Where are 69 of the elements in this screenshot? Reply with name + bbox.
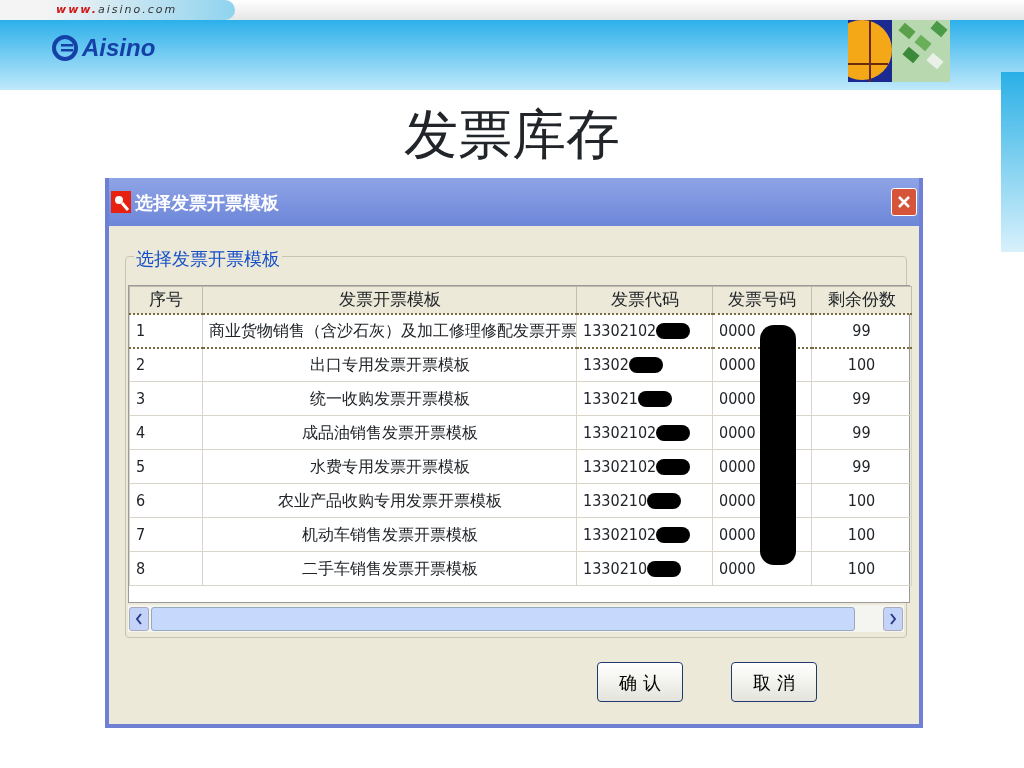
table-cell: 2 [136, 354, 146, 374]
table-cell: 0000 [719, 558, 756, 578]
table-cell: 6 [136, 490, 146, 510]
table-cell: 水费专用发票开票模板 [309, 456, 470, 476]
close-button[interactable] [891, 188, 917, 216]
table-cell: 100 [847, 558, 876, 578]
table-cell: 机动车销售发票开票模板 [301, 524, 478, 544]
table-cell: 5 [136, 456, 146, 476]
chevron-right-icon [889, 612, 897, 625]
table-cell: 1330210 [583, 490, 648, 510]
table-cell: 100 [847, 354, 876, 374]
table-cell: 4 [136, 422, 146, 442]
table-cell: 二手车销售发票开票模板 [301, 558, 478, 578]
confirm-button[interactable]: 确 认 [597, 662, 683, 702]
table-cell: 13302102 [583, 524, 657, 544]
scroll-thumb[interactable] [151, 606, 855, 631]
redaction-mark [656, 425, 691, 441]
redaction-mark [637, 391, 672, 407]
table-cell: 13302 [583, 354, 629, 374]
logo-icon [52, 35, 78, 61]
table-cell: 99 [852, 422, 871, 442]
table-cell: 99 [852, 388, 871, 408]
redaction-mark [656, 527, 691, 543]
table-cell: 0000 [719, 490, 756, 510]
table-cell: 农业产品收购专用发票开票模板 [277, 490, 502, 510]
table-cell: 99 [852, 456, 871, 476]
table-cell: 7 [136, 524, 146, 544]
table-cell: 0000 [719, 524, 756, 544]
window-title: 选择发票开票模板 [135, 190, 279, 215]
column-header[interactable]: 剩余份数 [811, 286, 912, 314]
table-cell: 1330210 [583, 558, 648, 578]
table-cell: 统一收购发票开票模板 [309, 388, 470, 408]
table-cell: 8 [136, 558, 146, 578]
close-icon [897, 195, 911, 209]
table-cell: 133021 [583, 388, 638, 408]
column-header[interactable]: 发票代码 [576, 286, 713, 314]
table-cell: 商业货物销售（含沙石灰）及加工修理修配发票开票 [209, 320, 576, 340]
table-cell: 0000 [719, 388, 756, 408]
logo-text: Aisino [82, 34, 156, 62]
column-header[interactable]: 发票号码 [712, 286, 812, 314]
column-header[interactable]: 序号 [129, 286, 203, 314]
table-cell: 13302102 [583, 320, 657, 340]
app-icon [111, 191, 131, 213]
column-header[interactable]: 发票开票模板 [202, 286, 577, 314]
redaction-mark [628, 357, 663, 374]
scroll-left-button[interactable] [129, 606, 149, 631]
cancel-button[interactable]: 取 消 [731, 662, 817, 702]
table-cell: 13302102 [583, 422, 657, 442]
redaction-mark [656, 323, 691, 339]
table-cell: 100 [847, 490, 876, 510]
table-cell: 0000 [719, 320, 756, 340]
table-cell: 出口专用发票开票模板 [309, 354, 470, 374]
table-cell: 0000 [719, 456, 756, 476]
redaction-mark [647, 493, 682, 509]
redaction-mark [647, 561, 682, 577]
table-cell: 成品油销售发票开票模板 [301, 422, 478, 442]
website-url: www.aisino.com [0, 0, 235, 20]
table-cell: 99 [852, 320, 871, 340]
horizontal-scrollbar[interactable] [128, 605, 904, 632]
table-cell: 0000 [719, 354, 756, 374]
chevron-left-icon [135, 612, 143, 625]
slide-title: 发票库存 [404, 103, 620, 166]
table-cell: 100 [847, 524, 876, 544]
table-cell: 0000 [719, 422, 756, 442]
table-cell: 3 [136, 388, 146, 408]
redaction-mark [656, 459, 691, 475]
scroll-right-button[interactable] [883, 606, 903, 631]
table-cell: 13302102 [583, 456, 657, 476]
table-cell: 1 [136, 320, 146, 340]
